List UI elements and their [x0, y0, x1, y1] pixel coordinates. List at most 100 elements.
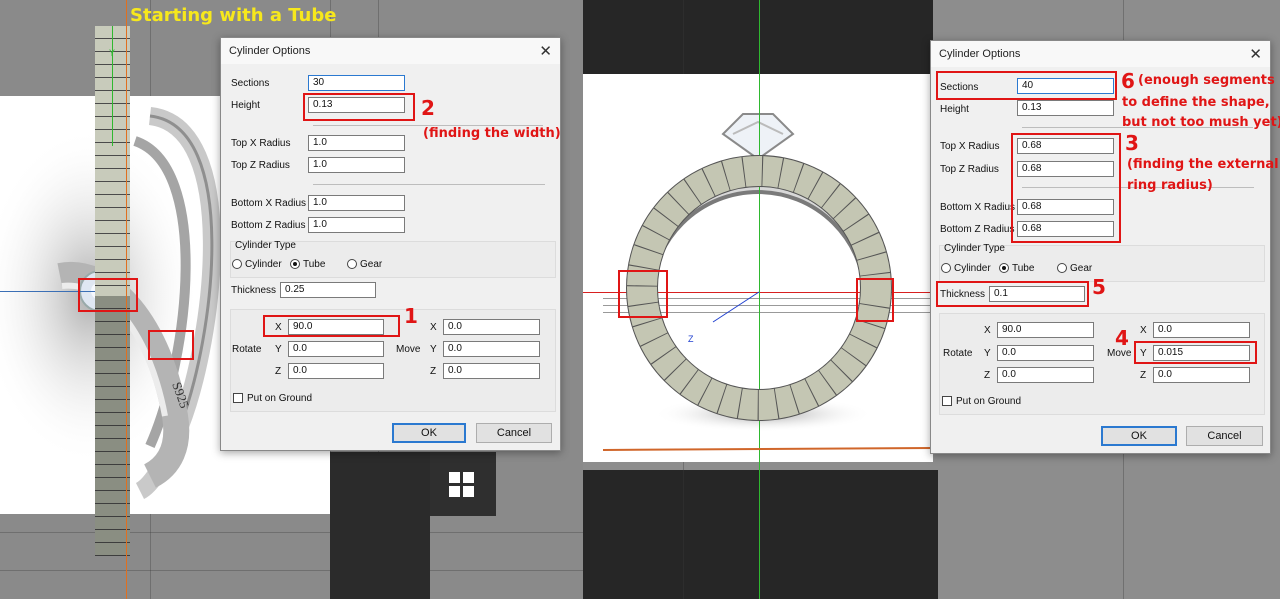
highlight-box-tube-section — [78, 278, 138, 312]
annotation-box-thickness — [936, 281, 1089, 307]
annotation-note-segments-2: to define the shape, — [1122, 95, 1270, 110]
rotate-x-input[interactable]: 90.0 — [997, 322, 1094, 338]
dialog-titlebar: Cylinder Options ✕ — [221, 38, 560, 64]
rotate-z-label: Z — [275, 366, 282, 377]
top-z-radius-input[interactable]: 1.0 — [308, 157, 405, 173]
dialog-titlebar: Cylinder Options ✕ — [931, 41, 1270, 67]
tutorial-caption: Starting with a Tube — [130, 5, 337, 26]
move-x-input[interactable]: 0.0 — [443, 319, 540, 335]
highlight-box-ring-band — [148, 330, 194, 360]
top-z-radius-label: Top Z Radius — [940, 164, 999, 175]
highlight-box-tube-right — [856, 278, 894, 322]
radio-gear[interactable] — [347, 259, 357, 269]
left-viewport[interactable]: S925 Starting with a Tube Y Cylinder Opt… — [0, 0, 583, 599]
radio-cylinder-label: Cylinder — [954, 263, 991, 274]
move-z-input[interactable]: 0.0 — [1153, 367, 1250, 383]
rotate-z-input[interactable]: 0.0 — [288, 363, 384, 379]
radio-gear[interactable] — [1057, 263, 1067, 273]
annotation-box-radius — [1011, 133, 1121, 243]
radio-cylinder-label: Cylinder — [245, 259, 282, 270]
tube-mesh-column-bottom — [95, 296, 130, 556]
radio-tube-label: Tube — [1012, 263, 1035, 274]
radio-gear-label: Gear — [360, 259, 383, 270]
ok-button[interactable]: OK — [392, 423, 466, 443]
grid-menu-button[interactable] — [430, 452, 496, 516]
dialog-title: Cylinder Options — [939, 48, 1021, 60]
annotation-number-6: 6 — [1121, 69, 1135, 93]
move-x-label: X — [1140, 325, 1147, 336]
move-y-input[interactable]: 0.0 — [443, 341, 540, 357]
cylinder-type-label: Cylinder Type — [944, 243, 1005, 254]
radio-gear-label: Gear — [1070, 263, 1093, 274]
sections-input[interactable]: 30 — [308, 75, 405, 91]
grid-line — [0, 570, 583, 571]
top-x-radius-label: Top X Radius — [231, 138, 291, 149]
move-z-label: Z — [430, 366, 437, 377]
y-axis-line — [112, 26, 113, 146]
bottom-z-radius-input[interactable]: 1.0 — [308, 217, 405, 233]
annotation-number-3: 3 — [1125, 131, 1139, 155]
move-x-label: X — [430, 322, 437, 333]
move-z-input[interactable]: 0.0 — [443, 363, 540, 379]
radio-tube[interactable] — [999, 263, 1009, 273]
annotation-note-segments-1: (enough segments — [1138, 73, 1275, 88]
separator — [313, 184, 545, 185]
annotation-number-1: 1 — [404, 304, 418, 328]
rotate-y-input[interactable]: 0.0 — [288, 341, 384, 357]
grid-line — [0, 532, 583, 533]
put-on-ground-label: Put on Ground — [247, 393, 313, 404]
bottom-x-radius-label: Bottom X Radius — [940, 202, 1016, 213]
rotate-z-input[interactable]: 0.0 — [997, 367, 1094, 383]
annotation-box-move-y — [1134, 341, 1257, 364]
bottom-z-radius-label: Bottom Z Radius — [231, 220, 306, 231]
close-icon[interactable]: ✕ — [539, 42, 552, 60]
thickness-label: Thickness — [231, 285, 277, 296]
thickness-input[interactable]: 0.25 — [280, 282, 376, 298]
cancel-button[interactable]: Cancel — [476, 423, 552, 443]
rotate-y-label: Y — [984, 348, 991, 359]
radio-cylinder[interactable] — [232, 259, 242, 269]
top-z-radius-label: Top Z Radius — [231, 160, 290, 171]
rotate-label: Rotate — [943, 348, 973, 359]
right-viewport[interactable]: Z Cylinder Options ✕ Sections 40 Height … — [583, 0, 1280, 599]
cancel-button[interactable]: Cancel — [1186, 426, 1263, 446]
y-axis-label: Y — [109, 48, 116, 58]
move-z-label: Z — [1140, 370, 1147, 381]
rotate-z-label: Z — [984, 370, 991, 381]
radio-cylinder[interactable] — [941, 263, 951, 273]
rotate-y-label: Y — [275, 344, 282, 355]
annotation-number-4: 4 — [1115, 326, 1129, 350]
annotation-box-sections — [936, 71, 1117, 100]
annotation-note-radius-2: ring radius) — [1127, 178, 1213, 193]
close-icon[interactable]: ✕ — [1249, 45, 1262, 63]
height-label: Height — [940, 104, 969, 115]
annotation-note-segments-3: but not too mush yet) — [1122, 115, 1280, 130]
ok-button[interactable]: OK — [1101, 426, 1177, 446]
bottom-x-radius-input[interactable]: 1.0 — [308, 195, 405, 211]
annotation-note-radius-1: (finding the external — [1127, 157, 1279, 172]
highlight-box-tube-left — [618, 270, 668, 318]
dialog-title: Cylinder Options — [229, 45, 311, 57]
annotation-number-5: 5 — [1092, 275, 1106, 299]
rotate-y-input[interactable]: 0.0 — [997, 345, 1094, 361]
put-on-ground-checkbox[interactable] — [233, 393, 243, 403]
move-y-label: Y — [430, 344, 437, 355]
bottom-z-radius-label: Bottom Z Radius — [940, 224, 1015, 235]
top-x-radius-label: Top X Radius — [940, 141, 1000, 152]
rotate-x-label: X — [984, 325, 991, 336]
height-input[interactable]: 0.13 — [1017, 100, 1114, 116]
sections-label: Sections — [231, 78, 270, 89]
radio-tube-label: Tube — [303, 259, 326, 270]
radio-tube[interactable] — [290, 259, 300, 269]
z-axis-label: Z — [688, 334, 694, 344]
move-label: Move — [396, 344, 421, 355]
annotation-box-height — [303, 93, 415, 121]
grid-four-squares-icon — [449, 472, 475, 498]
move-x-input[interactable]: 0.0 — [1153, 322, 1250, 338]
annotation-note-width: (finding the width) — [423, 126, 561, 141]
bottom-x-radius-label: Bottom X Radius — [231, 198, 307, 209]
put-on-ground-checkbox[interactable] — [942, 396, 952, 406]
put-on-ground-label: Put on Ground — [956, 396, 1022, 407]
dark-viewport-block — [330, 452, 430, 599]
top-x-radius-input[interactable]: 1.0 — [308, 135, 405, 151]
